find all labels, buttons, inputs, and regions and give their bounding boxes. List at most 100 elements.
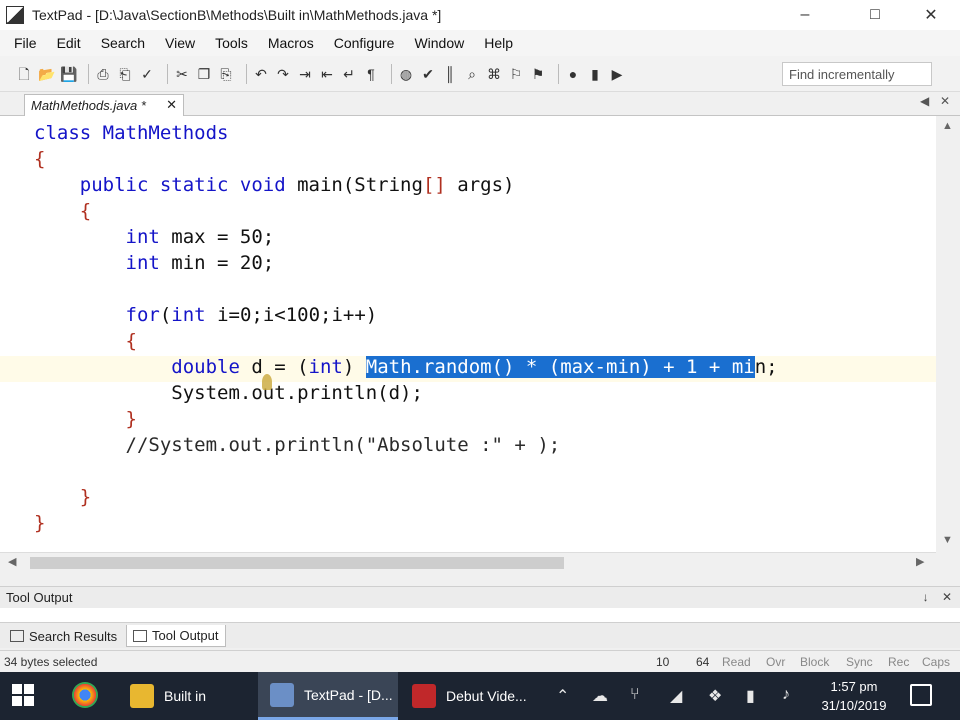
tool-output-area[interactable] bbox=[0, 608, 960, 622]
paste-icon[interactable]: ⎘ bbox=[218, 66, 234, 82]
menu-macros[interactable]: Macros bbox=[268, 35, 314, 51]
code-token: { bbox=[34, 330, 137, 352]
print-icon[interactable]: ⎙ bbox=[95, 66, 111, 82]
tray-overflow-icon[interactable]: ⌃ bbox=[556, 686, 569, 706]
find-incrementally-input[interactable]: Find incrementally bbox=[782, 62, 932, 86]
close-button[interactable]: ✕ bbox=[908, 0, 954, 30]
outdent-icon[interactable]: ⇤ bbox=[319, 66, 335, 82]
taskbar-item-debut[interactable]: Debut Vide... bbox=[400, 672, 540, 720]
open-folder-icon[interactable]: 📂 bbox=[38, 66, 55, 82]
taskbar-item-label: TextPad - [D... bbox=[304, 686, 393, 703]
record-macro-icon[interactable]: ● bbox=[565, 66, 581, 82]
horizontal-scroll-thumb[interactable] bbox=[30, 557, 564, 569]
menu-tools[interactable]: Tools bbox=[215, 35, 248, 51]
find-icon[interactable]: ⌕ bbox=[464, 66, 480, 82]
tab-mathmethods-java[interactable]: MathMethods.java * ✕ bbox=[24, 94, 184, 116]
menu-window[interactable]: Window bbox=[414, 35, 464, 51]
tab-search-results[interactable]: Search Results bbox=[4, 625, 123, 647]
code-token: int bbox=[34, 226, 172, 248]
onedrive-icon[interactable]: ☁ bbox=[592, 686, 608, 706]
menu-file[interactable]: File bbox=[14, 35, 37, 51]
tool-output-icon bbox=[133, 629, 147, 642]
scroll-left-icon[interactable]: ◀ bbox=[8, 555, 16, 568]
minimize-button[interactable]: – bbox=[782, 0, 828, 30]
action-center-icon[interactable] bbox=[910, 684, 932, 706]
toolbar-separator bbox=[88, 63, 89, 84]
tool-output-label: Tool Output bbox=[152, 628, 219, 643]
network-icon[interactable]: ◢ bbox=[670, 686, 682, 706]
scroll-right-icon[interactable]: ▶ bbox=[916, 555, 924, 568]
code-token: int bbox=[171, 304, 218, 326]
folder-icon bbox=[130, 684, 154, 708]
code-editor[interactable]: class MathMethods { public static void ma… bbox=[0, 116, 936, 552]
save-icon[interactable]: 💾 bbox=[60, 66, 77, 82]
tab-scroll-right-icon[interactable]: ✕ bbox=[940, 94, 950, 108]
code-token: { bbox=[34, 200, 92, 222]
code-line: public static void main(String[] args) bbox=[34, 172, 515, 198]
windows-start-icon[interactable] bbox=[12, 684, 34, 706]
status-bar: 34 bytes selected 10 64 Read Ovr Block S… bbox=[0, 650, 960, 672]
code-token: ( bbox=[159, 304, 172, 326]
tool-output-panel-header: Tool Output ↓ ✕ bbox=[0, 586, 960, 608]
new-file-icon[interactable]: 🗋 bbox=[16, 66, 32, 82]
print-preview-icon[interactable]: ⎗ bbox=[117, 66, 133, 82]
window-title: TextPad - [D:\Java\SectionB\Methods\Buil… bbox=[32, 7, 442, 23]
menu-help[interactable]: Help bbox=[484, 35, 513, 51]
undo-icon[interactable]: ↶ bbox=[253, 66, 269, 82]
code-line: int max = 50; bbox=[34, 224, 275, 250]
globe-icon[interactable]: ◍ bbox=[398, 66, 414, 82]
taskbar-item-label: Debut Vide... bbox=[446, 688, 527, 704]
tab-tool-output[interactable]: Tool Output bbox=[126, 625, 226, 647]
bookmark-icon[interactable]: ⚑ bbox=[530, 66, 546, 82]
maximize-button[interactable]: □ bbox=[852, 0, 898, 30]
taskbar-item-textpad[interactable]: TextPad - [D... bbox=[258, 672, 398, 720]
menu-view[interactable]: View bbox=[165, 35, 195, 51]
menu-edit[interactable]: Edit bbox=[57, 35, 81, 51]
code-token: [] bbox=[422, 174, 446, 196]
microphone-icon[interactable]: ⑂ bbox=[630, 686, 640, 704]
cut-icon[interactable]: ✂ bbox=[174, 66, 190, 82]
spell-icon[interactable]: ✔ bbox=[420, 66, 436, 82]
menu-search[interactable]: Search bbox=[101, 35, 145, 51]
dropbox-icon[interactable]: ❖ bbox=[708, 686, 722, 706]
tab-scroll-left-icon[interactable]: ◀ bbox=[920, 94, 929, 108]
textpad-taskbar-icon bbox=[270, 682, 294, 707]
volume-icon[interactable]: ♪ bbox=[782, 686, 790, 704]
scroll-up-icon[interactable]: ▲ bbox=[942, 120, 953, 132]
panel-close-icon[interactable]: ✕ bbox=[942, 590, 952, 604]
spell-check-icon[interactable]: ✓ bbox=[139, 66, 155, 82]
column-icon[interactable]: ║ bbox=[442, 66, 458, 82]
status-message: 34 bytes selected bbox=[4, 655, 98, 669]
pin-icon[interactable]: ↓ bbox=[923, 590, 929, 604]
find-in-files-icon[interactable]: ⚐ bbox=[508, 66, 524, 82]
code-token: System.out.println(d); bbox=[34, 382, 423, 404]
search-results-icon bbox=[10, 630, 24, 642]
replace-icon[interactable]: ⌘ bbox=[486, 66, 502, 82]
toolbar-separator bbox=[167, 63, 168, 84]
mouse-cursor-icon bbox=[262, 374, 272, 390]
code-line: System.out.println(d); bbox=[34, 380, 423, 406]
toolbar-separator bbox=[558, 63, 559, 84]
code-token: } bbox=[34, 408, 137, 430]
redo-icon[interactable]: ↷ bbox=[275, 66, 291, 82]
word-wrap-icon[interactable]: ↵ bbox=[341, 66, 357, 82]
battery-icon[interactable]: ▮ bbox=[746, 686, 755, 706]
chrome-icon[interactable] bbox=[72, 682, 98, 708]
scroll-down-icon[interactable]: ▼ bbox=[942, 534, 953, 546]
copy-icon[interactable]: ❐ bbox=[196, 66, 212, 82]
taskbar-item-built-in[interactable]: Built in bbox=[118, 672, 244, 720]
system-clock[interactable]: 1:57 pm 31/10/2019 bbox=[812, 677, 896, 715]
menu-configure[interactable]: Configure bbox=[334, 35, 395, 51]
code-token: min = 20; bbox=[171, 252, 275, 274]
tab-close-icon[interactable]: ✕ bbox=[166, 97, 177, 113]
code-line: double d = (int) Math.random() * (max-mi… bbox=[34, 354, 778, 380]
pause-macro-icon[interactable]: ▮ bbox=[587, 66, 603, 82]
code-token: double bbox=[34, 356, 252, 378]
play-macro-icon[interactable]: ▶ bbox=[609, 66, 625, 82]
vertical-scrollbar[interactable]: ▲ ▼ bbox=[936, 116, 960, 552]
pilcrow-icon[interactable]: ¶ bbox=[363, 66, 379, 82]
status-rec: Rec bbox=[888, 655, 910, 669]
horizontal-scrollbar[interactable]: ◀ ▶ bbox=[0, 552, 936, 572]
indent-icon[interactable]: ⇥ bbox=[297, 66, 313, 82]
clock-date: 31/10/2019 bbox=[821, 698, 887, 713]
